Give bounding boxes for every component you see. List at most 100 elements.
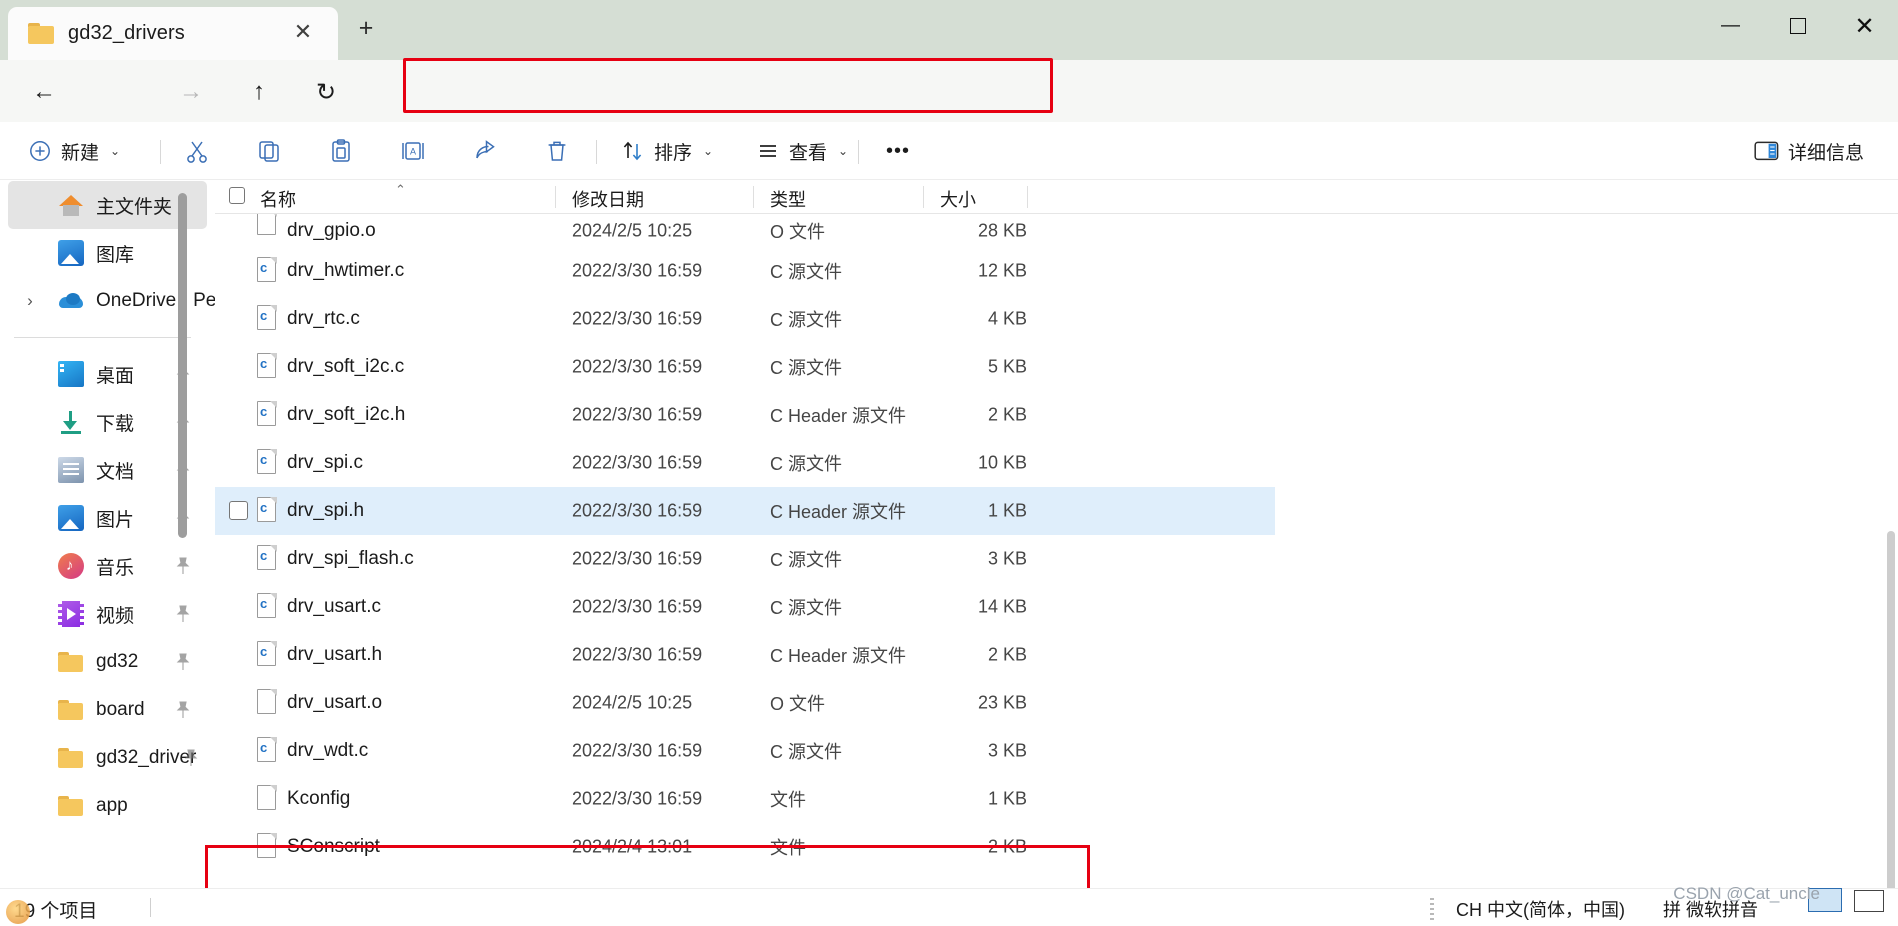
window-controls: — ✕: [1697, 0, 1898, 52]
toolbar-divider: [596, 140, 597, 164]
forward-button[interactable]: →: [170, 72, 212, 112]
row-checkbox[interactable]: [229, 501, 248, 520]
column-divider[interactable]: [555, 186, 556, 208]
sidebar-item-label: 图片: [96, 509, 135, 531]
scissors-icon: [187, 141, 207, 163]
file-size: 10 KB: [977, 452, 1027, 473]
videos-icon: [58, 601, 84, 627]
file-date: 2022/3/30 16:59: [572, 788, 703, 809]
table-row[interactable]: drv_usart.o 2024/2/5 10:25 O 文件 23 KB: [215, 679, 1275, 727]
close-window-button[interactable]: ✕: [1831, 0, 1898, 52]
refresh-button[interactable]: ↻: [305, 72, 347, 112]
table-row[interactable]: c drv_spi.h 2022/3/30 16:59 C Header 源文件 1 K…: [215, 487, 1275, 535]
rename-button[interactable]: A: [394, 132, 432, 170]
details-pane-button[interactable]: 详细信息: [1748, 132, 1870, 170]
table-row[interactable]: c drv_spi_flash.c 2022/3/30 16:59 C 源文件 3 KB: [215, 535, 1275, 583]
table-row[interactable]: c drv_hwtimer.c 2022/3/30 16:59 C 源文件 12 KB: [215, 247, 1275, 295]
chevron-right-icon[interactable]: ›: [22, 291, 38, 311]
share-icon: [476, 140, 495, 159]
toolbar-divider: [858, 140, 859, 164]
more-options-button[interactable]: •••: [880, 132, 916, 170]
new-button[interactable]: 新建 ⌄: [22, 132, 126, 170]
file-name: drv_rtc.c: [287, 308, 360, 329]
file-type: O 文件: [770, 221, 826, 242]
file-size: 3 KB: [987, 740, 1027, 761]
column-divider[interactable]: [1027, 186, 1028, 208]
share-button[interactable]: [466, 132, 504, 170]
paste-button[interactable]: [322, 132, 360, 170]
table-row[interactable]: drv_gpio.o 2024/2/5 10:25 O 文件 28 KB: [215, 214, 1275, 247]
downloads-icon: [58, 409, 84, 435]
maximize-button[interactable]: [1764, 0, 1831, 52]
file-date: 2024/2/4 13:01: [572, 836, 693, 857]
table-row[interactable]: c drv_wdt.c 2022/3/30 16:59 C 源文件 3 KB: [215, 727, 1275, 775]
table-row[interactable]: SConscript 2024/2/4 13:01 文件 2 KB: [215, 823, 1275, 871]
folder-icon: [58, 745, 84, 771]
table-row[interactable]: c drv_soft_i2c.h 2022/3/30 16:59 C Header 源…: [215, 391, 1275, 439]
taskbar-app-icon[interactable]: [6, 900, 30, 924]
sidebar-scrollbar[interactable]: [178, 193, 187, 923]
file-list-pane: ⌃ 名称 修改日期 类型 大小 drv_gpio.o 2024/2/5 10:25…: [215, 181, 1898, 895]
more-options-icon: •••: [886, 139, 911, 162]
svg-text:A: A: [410, 147, 416, 157]
column-header-size[interactable]: 大小: [940, 186, 976, 212]
table-row[interactable]: c drv_soft_i2c.c 2022/3/30 16:59 C 源文件 5 KB: [215, 343, 1275, 391]
sidebar-scroll-thumb[interactable]: [178, 193, 187, 538]
ime-indicator[interactable]: CH 中文(简体，中国) 拼 微软拼音: [1429, 892, 1758, 926]
column-divider[interactable]: [753, 186, 754, 208]
select-all-checkbox[interactable]: [229, 187, 245, 204]
back-button[interactable]: ←: [23, 72, 65, 112]
c-source-file-icon: c: [257, 545, 277, 571]
column-headers: ⌃ 名称 修改日期 类型 大小: [215, 181, 1898, 214]
file-name: drv_gpio.o: [287, 219, 376, 241]
table-row[interactable]: c drv_usart.h 2022/3/30 16:59 C Header 源文件 2…: [215, 631, 1275, 679]
copy-button[interactable]: [250, 132, 288, 170]
sort-button[interactable]: 排序 ⌄: [615, 132, 719, 170]
file-size: 2 KB: [987, 836, 1027, 857]
table-row[interactable]: c drv_rtc.c 2022/3/30 16:59 C 源文件 4 KB: [215, 295, 1275, 343]
view-button[interactable]: 查看 ⌄: [750, 132, 854, 170]
column-divider[interactable]: [923, 186, 924, 208]
file-type: C Header 源文件: [770, 406, 907, 426]
new-tab-icon[interactable]: +: [352, 16, 380, 44]
file-rows-container: drv_gpio.o 2024/2/5 10:25 O 文件 28 KB c drv_hw…: [215, 214, 1898, 895]
file-list-scrollbar[interactable]: [1887, 531, 1895, 895]
browser-tab-gd32-drivers[interactable]: gd32_drivers ✕: [8, 7, 338, 60]
sidebar-item-label: 主文件夹: [96, 196, 173, 218]
file-name: drv_spi_flash.c: [287, 548, 414, 569]
up-button[interactable]: ↑: [238, 72, 280, 112]
column-header-name[interactable]: 名称: [260, 186, 296, 212]
ime-language-label[interactable]: CH 中文(简体，中国): [1456, 896, 1625, 922]
file-date: 2022/3/30 16:59: [572, 404, 703, 425]
generic-file-icon: [257, 214, 277, 236]
ime-mode-label[interactable]: 拼 微软拼音: [1663, 896, 1758, 922]
file-list-scroll-thumb[interactable]: [1887, 531, 1895, 895]
folder-icon: [58, 697, 84, 723]
drag-handle-icon[interactable]: [1429, 898, 1434, 920]
details-pane-icon: [1754, 141, 1779, 161]
close-tab-icon[interactable]: ✕: [290, 20, 316, 47]
file-date: 2022/3/30 16:59: [572, 356, 703, 377]
column-header-date[interactable]: 修改日期: [572, 186, 644, 212]
file-type: C Header 源文件: [770, 646, 907, 666]
generic-file-icon: [257, 689, 277, 715]
folder-icon: [58, 793, 84, 819]
details-pane-label: 详细信息: [1787, 142, 1864, 164]
generic-file-icon: [257, 833, 277, 859]
chevron-down-icon: ⌄: [110, 144, 121, 158]
table-row[interactable]: c drv_spi.c 2022/3/30 16:59 C 源文件 10 KB: [215, 439, 1275, 487]
table-row[interactable]: Kconfig 2022/3/30 16:59 文件 1 KB: [215, 775, 1275, 823]
cut-button[interactable]: [178, 132, 216, 170]
file-name: drv_hwtimer.c: [287, 260, 405, 281]
ime-toggle-button[interactable]: [1808, 888, 1842, 912]
file-type: C 源文件: [770, 358, 842, 378]
chevron-down-icon: ⌄: [838, 144, 849, 158]
chevron-down-icon: ⌄: [703, 144, 714, 158]
column-header-type[interactable]: 类型: [770, 186, 806, 212]
ime-secondary-button[interactable]: [1854, 890, 1884, 912]
sort-button-label: 排序: [654, 142, 693, 164]
file-type: 文件: [770, 790, 806, 810]
delete-button[interactable]: [538, 132, 576, 170]
table-row[interactable]: c drv_usart.c 2022/3/30 16:59 C 源文件 14 KB: [215, 583, 1275, 631]
minimize-button[interactable]: —: [1697, 0, 1764, 52]
